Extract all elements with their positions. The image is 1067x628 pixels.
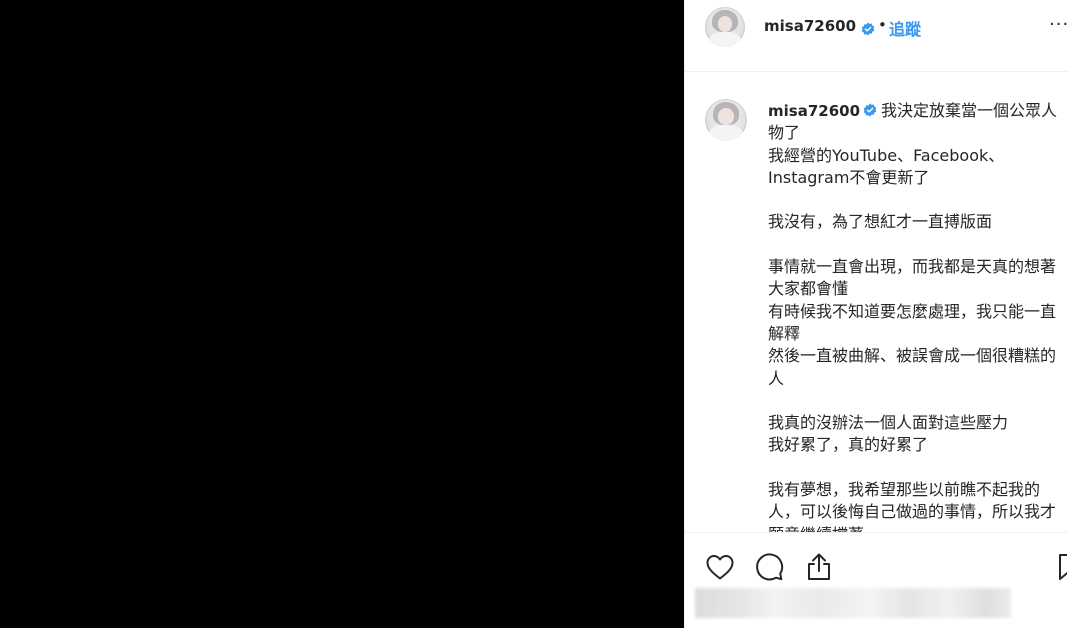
caption-text: 事情就一直會出現，而我都是天真的想著大家都會懂 bbox=[768, 257, 1057, 299]
post-header: misa72600 • 追蹤 ··· bbox=[685, 0, 1067, 72]
caption-text bbox=[768, 234, 1058, 256]
share-icon[interactable] bbox=[803, 551, 835, 583]
caption-text: 我有夢想，我希望那些以前瞧不起我的人，可以後悔自己做過的事情，所以我才願意繼續撐… bbox=[768, 480, 1057, 532]
comments-section[interactable]: misa72600 我決定放棄當一個公眾人物了 我經營的YouTube、Faceb… bbox=[685, 72, 1067, 532]
caption-text bbox=[768, 457, 1058, 479]
verified-badge-icon bbox=[860, 101, 881, 120]
author-avatar[interactable] bbox=[705, 7, 745, 47]
comment-icon[interactable] bbox=[753, 551, 785, 583]
caption-author-avatar[interactable] bbox=[705, 99, 747, 141]
post-actions-bar bbox=[685, 532, 1067, 628]
caption-text: 然後一直被曲解、被誤會成一個很糟糕的人 bbox=[768, 346, 1057, 388]
heart-icon[interactable] bbox=[704, 551, 736, 583]
caption-text: 我沒有，為了想紅才一直搏版面 bbox=[768, 212, 993, 232]
caption-line-1: misa72600 我決定放棄當一個公眾人物了 bbox=[768, 100, 1058, 145]
caption-text: 我經營的YouTube、Facebook、Instagram不會更新了 bbox=[768, 145, 1005, 187]
caption-text bbox=[768, 189, 1058, 211]
blurred-likes-area bbox=[695, 588, 1011, 618]
caption-text: 我好累了，真的好累了 bbox=[768, 435, 929, 455]
verified-badge-icon bbox=[857, 19, 875, 38]
caption-text: 有時候我不知道要怎麼處理，我只能一直解釋 bbox=[768, 301, 1057, 343]
follow-button[interactable]: 追蹤 bbox=[889, 16, 921, 40]
author-username[interactable]: misa72600 bbox=[764, 17, 856, 35]
bookmark-icon[interactable] bbox=[1055, 551, 1067, 583]
post-side-panel: misa72600 • 追蹤 ··· misa72600我決定放棄當一個公眾人物… bbox=[684, 0, 1067, 628]
post-caption: misa72600 我決定放棄當一個公眾人物了 我經營的YouTube、Faceb… bbox=[768, 100, 1058, 532]
header-separator: • bbox=[878, 16, 887, 34]
post-media[interactable] bbox=[0, 0, 684, 628]
caption-text bbox=[768, 390, 1058, 412]
more-options-button[interactable]: ··· bbox=[1049, 14, 1067, 35]
caption-text: 我真的沒辦法一個人面對這些壓力 bbox=[768, 413, 1009, 433]
caption-username[interactable]: misa72600 bbox=[768, 102, 860, 120]
